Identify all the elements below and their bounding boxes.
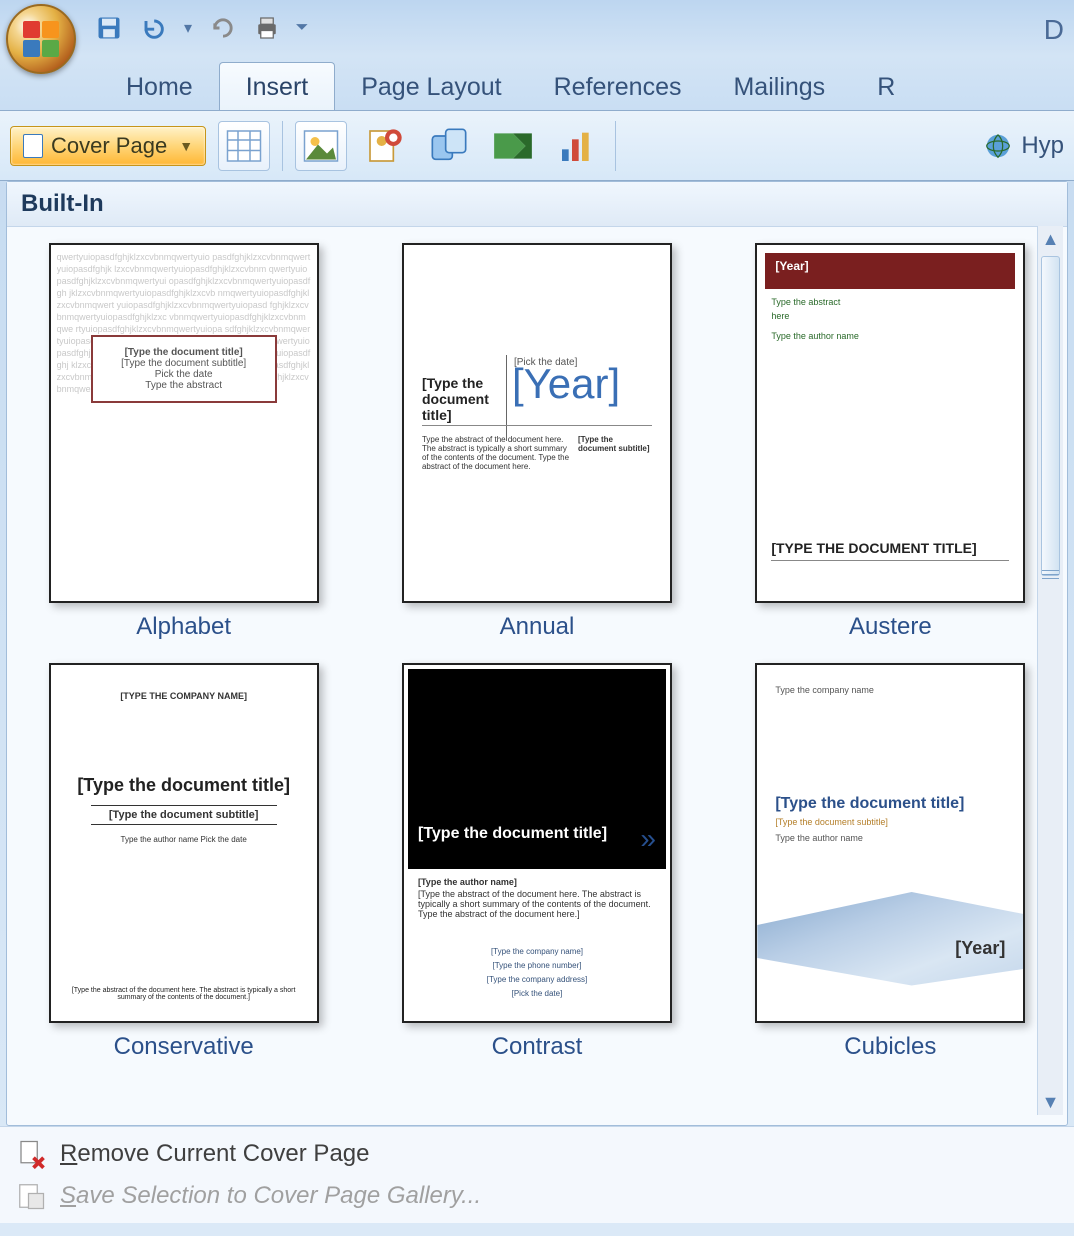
chevron-icon: » xyxy=(640,823,656,855)
thumbnail-label: Alphabet xyxy=(136,613,231,641)
subtitle-placeholder: [Type the document subtitle] xyxy=(775,817,888,827)
qat-customize-icon[interactable]: ⏷ xyxy=(296,13,308,43)
separator xyxy=(282,121,283,171)
thumbnail: [Type the document title] [Pick the date… xyxy=(402,243,672,603)
gallery-item-contrast[interactable]: [Type the document title] » [Type the au… xyxy=(390,663,683,1061)
divider xyxy=(506,355,507,441)
remove-page-icon xyxy=(16,1139,46,1169)
tab-page-layout[interactable]: Page Layout xyxy=(335,63,527,110)
dropdown-icon: ▼ xyxy=(179,138,193,154)
company-placeholder: Type the company name xyxy=(775,685,874,695)
background-text: qwertyuiopasdfghjklzxcvbnmqwertyuio pasd… xyxy=(57,251,311,595)
doc-title-placeholder: [Type the document title] xyxy=(51,775,317,796)
smartart-icon[interactable] xyxy=(487,121,539,171)
ribbon-content: Cover Page ▼ Hyp xyxy=(0,111,1074,181)
year-placeholder: [Year] xyxy=(955,938,1005,959)
page-icon xyxy=(23,134,43,158)
year-bar: [Year] xyxy=(765,253,1015,289)
gallery-item-annual[interactable]: [Type the document title] [Pick the date… xyxy=(390,243,683,641)
print-icon[interactable] xyxy=(252,13,282,43)
links-group: Hyp xyxy=(983,131,1064,161)
thumbnail-label: Cubicles xyxy=(844,1033,936,1061)
tab-mailings[interactable]: Mailings xyxy=(707,63,851,110)
table-icon[interactable] xyxy=(218,121,270,171)
thumbnail: [Type the document title] » [Type the au… xyxy=(402,663,672,1023)
clip-art-icon[interactable] xyxy=(359,121,411,171)
footer-placeholders: [Type the company name] [Type the phone … xyxy=(404,945,670,1001)
save-to-gallery-item: Save Selection to Cover Page Gallery... xyxy=(10,1175,1064,1217)
tab-insert[interactable]: Insert xyxy=(219,62,336,110)
refresh-icon[interactable] xyxy=(208,13,238,43)
window-title-fragment: D xyxy=(1044,14,1064,46)
shapes-icon[interactable] xyxy=(423,121,475,171)
save-icon[interactable] xyxy=(94,13,124,43)
lower-text: Type the abstract of the document here. … xyxy=(422,435,652,471)
meta-placeholder: Type the author name Pick the date xyxy=(51,835,317,844)
gallery-item-alphabet[interactable]: qwertyuiopasdfghjklzxcvbnmqwertyuio pasd… xyxy=(37,243,330,641)
scroll-grip-icon xyxy=(1042,564,1059,584)
subtitle-placeholder: [Type the document subtitle] xyxy=(91,805,277,825)
cover-page-button[interactable]: Cover Page ▼ xyxy=(10,126,206,166)
gallery-grid: qwertyuiopasdfghjklzxcvbnmqwertyuio pasd… xyxy=(7,227,1067,1071)
office-logo-icon xyxy=(23,21,59,57)
thumbnail: qwertyuiopasdfghjklzxcvbnmqwertyuio pasd… xyxy=(49,243,319,603)
scroll-up-icon[interactable]: ▲ xyxy=(1038,226,1063,252)
scroll-down-icon[interactable]: ▼ xyxy=(1038,1089,1063,1115)
scroll-thumb[interactable] xyxy=(1041,256,1060,576)
remove-cover-page-label: RRemove Current Cover Pageemove Current … xyxy=(60,1140,369,1168)
hyperlink-icon[interactable] xyxy=(983,131,1013,161)
cover-page-label: Cover Page xyxy=(51,133,167,159)
thumbnail: Type the company name [Type the document… xyxy=(755,663,1025,1023)
save-to-gallery-label: Save Selection to Cover Page Gallery... xyxy=(60,1182,481,1210)
abstract-text: Type the abstract here Type the author n… xyxy=(771,295,859,343)
gallery-item-conservative[interactable]: [TYPE THE COMPANY NAME] [Type the docume… xyxy=(37,663,330,1061)
doc-title-placeholder: [TYPE THE DOCUMENT TITLE] xyxy=(771,540,1009,561)
gallery-category-header: Built-In xyxy=(7,182,1067,227)
abstract-placeholder: [Type the abstract of the document here.… xyxy=(71,987,297,1001)
doc-title-placeholder: [Type the document title] xyxy=(775,795,964,813)
divider-line xyxy=(422,425,652,426)
abstract-placeholder: [Type the author name] [Type the abstrac… xyxy=(418,877,656,919)
gallery-item-austere[interactable]: [Year] Type the abstract here Type the a… xyxy=(744,243,1037,641)
doc-title-placeholder: [Type the document title] xyxy=(422,375,500,423)
remove-cover-page-item[interactable]: RRemove Current Cover Pageemove Current … xyxy=(10,1133,1064,1175)
thumbnail: [Year] Type the abstract here Type the a… xyxy=(755,243,1025,603)
thumbnail-label: Austere xyxy=(849,613,932,641)
cover-page-gallery: Built-In qwertyuiopasdfghjklzxcvbnmqwert… xyxy=(6,181,1068,1126)
gallery-scrollbar[interactable]: ▲ ▼ xyxy=(1037,226,1063,1115)
tab-references[interactable]: References xyxy=(528,63,708,110)
tab-review-fragment[interactable]: R xyxy=(851,63,921,110)
save-selection-icon xyxy=(16,1181,46,1211)
tab-home[interactable]: Home xyxy=(100,63,219,110)
thumbnail: [TYPE THE COMPANY NAME] [Type the docume… xyxy=(49,663,319,1023)
chart-icon[interactable] xyxy=(551,121,603,171)
separator xyxy=(615,121,616,171)
ribbon-tabs: Home Insert Page Layout References Maili… xyxy=(0,56,1074,111)
gallery-item-cubicles[interactable]: Type the company name [Type the document… xyxy=(744,663,1037,1061)
qat-separator: ▾ xyxy=(182,13,194,43)
office-button[interactable] xyxy=(6,4,76,74)
thumbnail-label: Annual xyxy=(500,613,575,641)
hyperlink-label-fragment: Hyp xyxy=(1021,132,1064,160)
titlebar: ▾ ⏷ D xyxy=(0,0,1074,56)
thumbnail-label: Conservative xyxy=(114,1033,254,1061)
company-placeholder: [TYPE THE COMPANY NAME] xyxy=(51,691,317,701)
year-placeholder: [Year] xyxy=(512,360,620,408)
undo-icon[interactable] xyxy=(138,13,168,43)
thumbnail-label: Contrast xyxy=(492,1033,583,1061)
gallery-footer-menu: RRemove Current Cover Pageemove Current … xyxy=(0,1126,1074,1223)
picture-icon[interactable] xyxy=(295,121,347,171)
doc-title-placeholder: [Type the document title] xyxy=(418,825,607,843)
author-placeholder: Type the author name xyxy=(775,833,863,843)
quick-access-toolbar: ▾ ⏷ xyxy=(94,13,308,43)
cubicles-shape xyxy=(757,881,1023,991)
title-box: [Type the document title] [Type the docu… xyxy=(91,335,277,403)
